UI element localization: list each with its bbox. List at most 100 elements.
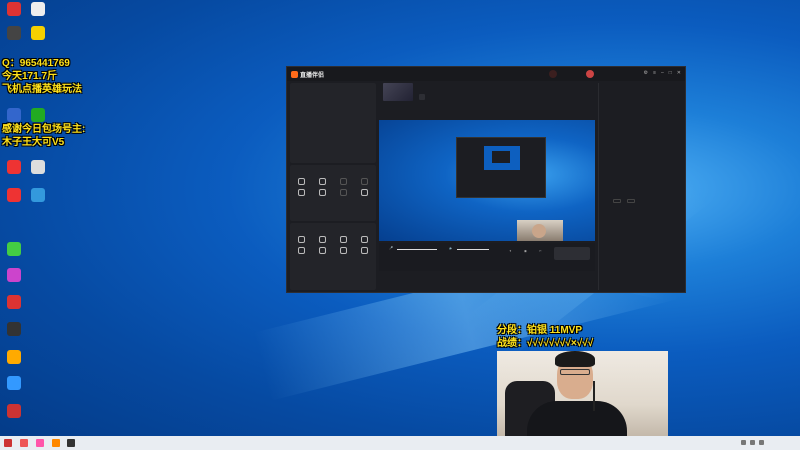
tool-button[interactable] (312, 189, 333, 197)
nested-preview-app (492, 151, 510, 163)
mic-volume-slider[interactable] (397, 249, 437, 250)
taskbar (0, 436, 800, 450)
tool-icon (361, 236, 368, 243)
overlay-sponsor: 木子王大可V5 (2, 137, 65, 148)
desktop-shortcut-icon[interactable] (3, 295, 25, 310)
tool-button[interactable] (354, 247, 375, 255)
tool-button[interactable] (291, 189, 312, 197)
speaker-volume-slider[interactable] (457, 249, 489, 250)
nested-app-preview (456, 137, 546, 198)
tools-grid (291, 178, 375, 197)
desktop-shortcut-icon[interactable] (3, 350, 25, 365)
left-panel (290, 83, 376, 290)
tray-volume-icon[interactable] (750, 440, 755, 445)
tool-icon (298, 189, 305, 196)
tool-icon (361, 189, 368, 196)
app-name: 直播伴侣 (300, 73, 325, 79)
shortcut-glyph (31, 160, 45, 174)
desktop-shortcut-icon[interactable] (27, 188, 49, 203)
shortcut-glyph (7, 26, 21, 40)
streaming-app-window: 直播伴侣 ⚙ ≡ – □ ✕ 🎤 🔈 ✦ ◉ ✂ (286, 66, 686, 293)
desktop-shortcut-icon[interactable] (27, 2, 49, 17)
chat-action-button[interactable] (627, 199, 635, 203)
desktop-shortcut-icon[interactable] (3, 322, 25, 337)
overlay-rank: 分段：铂银 11MVP (497, 325, 583, 336)
live-status-pill[interactable] (549, 70, 557, 78)
settings-icon[interactable]: ⚙ (644, 70, 648, 77)
tool-button[interactable] (354, 178, 375, 186)
shortcut-glyph (7, 188, 21, 202)
crop-icon[interactable]: ✂ (539, 249, 542, 253)
minimize-icon[interactable]: – (661, 70, 664, 77)
tool-icon (319, 247, 326, 254)
desktop-shortcut-icon[interactable] (3, 26, 25, 41)
overlay-weight: 今天171.7斤 (2, 71, 58, 82)
tool-button[interactable] (291, 236, 312, 244)
right-panel (598, 83, 683, 290)
speaker-icon[interactable]: 🔈 (449, 246, 453, 250)
tool-icon (298, 178, 305, 185)
tool-button[interactable] (333, 189, 354, 197)
tool-button[interactable] (354, 189, 375, 197)
desktop-shortcut-icon[interactable] (3, 404, 25, 419)
desktop-shortcut-icon[interactable] (3, 108, 25, 123)
taskbar-app-icon[interactable] (36, 439, 44, 447)
maximize-icon[interactable]: □ (669, 70, 672, 77)
tool-button[interactable] (354, 236, 375, 244)
app-title-bar: 直播伴侣 ⚙ ≡ – □ ✕ (287, 67, 685, 81)
overlay-thanks: 感谢今日包场号主: (2, 124, 86, 135)
taskbar-app-icon[interactable] (20, 439, 28, 447)
shortcut-glyph (31, 188, 45, 202)
tool-button[interactable] (333, 178, 354, 186)
start-icon[interactable] (4, 439, 12, 447)
desktop-shortcut-icon[interactable] (3, 268, 25, 283)
app-logo: 直播伴侣 (291, 70, 324, 79)
tool-icon (340, 236, 347, 243)
overlay-topic: 飞机点播英雄玩法 (2, 84, 82, 95)
desktop-shortcut-icon[interactable] (27, 26, 49, 41)
tool-button[interactable] (312, 178, 333, 186)
tool-button[interactable] (312, 247, 333, 255)
tool-button[interactable] (291, 178, 312, 186)
desktop-shortcut-icon[interactable] (3, 242, 25, 257)
shortcut-glyph (7, 295, 21, 309)
effect-icon[interactable]: ✦ (509, 249, 512, 253)
desktop-shortcut-icon[interactable] (3, 160, 25, 175)
start-live-button[interactable] (554, 247, 590, 260)
user-avatar[interactable] (586, 70, 594, 78)
tool-icon (361, 247, 368, 254)
shortcut-glyph (31, 26, 45, 40)
system-tray (741, 440, 764, 445)
taskbar-app-icon[interactable] (52, 439, 60, 447)
desktop-shortcut-icon[interactable] (3, 188, 25, 203)
mic-icon[interactable]: 🎤 (389, 246, 393, 250)
chat-action-button[interactable] (613, 199, 621, 203)
tool-icon (319, 178, 326, 185)
close-icon[interactable]: ✕ (677, 70, 681, 77)
desktop-shortcut-icon[interactable] (27, 160, 49, 175)
app-logo-icon (291, 71, 298, 78)
window-controls: ⚙ ≡ – □ ✕ (644, 70, 681, 77)
record-icon[interactable]: ◉ (524, 249, 527, 253)
tray-lang-icon[interactable] (759, 440, 764, 445)
room-thumbnail[interactable] (383, 83, 413, 101)
stream-preview[interactable] (379, 120, 595, 241)
tool-button[interactable] (333, 236, 354, 244)
tool-button[interactable] (291, 247, 312, 255)
desktop-shortcut-icon[interactable] (27, 108, 49, 123)
taskbar-app-icon[interactable] (67, 439, 75, 447)
tool-button[interactable] (333, 247, 354, 255)
desktop-shortcut-icon[interactable] (3, 376, 25, 391)
tray-network-icon[interactable] (741, 440, 746, 445)
scene-box (290, 83, 376, 163)
tool-icon (361, 178, 368, 185)
shortcut-glyph (7, 404, 21, 418)
room-category-tag[interactable] (419, 94, 425, 100)
interact-grid (291, 236, 375, 255)
shortcut-glyph (7, 350, 21, 364)
menu-icon[interactable]: ≡ (653, 70, 656, 77)
desktop-shortcut-icon[interactable] (3, 2, 25, 17)
tool-button[interactable] (312, 236, 333, 244)
tool-icon (340, 178, 347, 185)
shortcut-glyph (31, 108, 45, 122)
